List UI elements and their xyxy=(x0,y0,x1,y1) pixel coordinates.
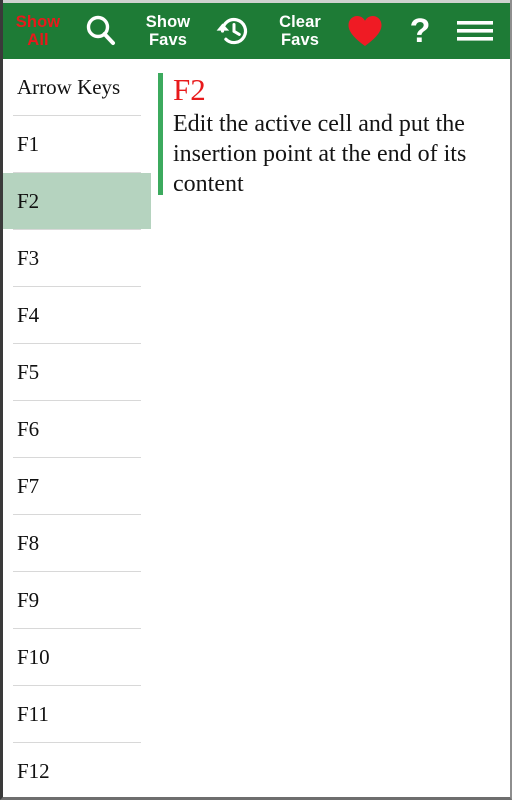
show-favs-label-line1: Show xyxy=(145,13,191,31)
history-button[interactable] xyxy=(204,3,264,59)
list-item-label: F1 xyxy=(17,131,40,156)
detail-accent-bar xyxy=(158,73,163,195)
list-item[interactable]: F1 xyxy=(3,116,151,172)
list-item-label: F3 xyxy=(17,245,40,270)
favorite-button[interactable] xyxy=(336,3,394,59)
help-button[interactable]: ? xyxy=(395,3,445,59)
clear-favs-button[interactable]: Clear Favs xyxy=(265,3,335,59)
list-item[interactable]: F9 xyxy=(3,572,151,628)
list-item[interactable]: Arrow Keys xyxy=(3,59,151,115)
show-favs-label: Show Favs xyxy=(146,13,190,49)
history-icon xyxy=(216,13,252,49)
heart-icon xyxy=(347,14,383,48)
list-item[interactable]: F6 xyxy=(3,401,151,457)
list-item[interactable]: F2 xyxy=(3,173,151,229)
show-all-label-line2: All xyxy=(27,31,49,49)
clear-favs-label-line1: Clear xyxy=(279,13,321,31)
list-item-label: F11 xyxy=(17,701,49,726)
menu-button[interactable] xyxy=(446,3,504,59)
body-container: Arrow Keys F1 F2 F3 F4 F5 F6 F7 F8 F9 F10 F11 F12 F2… xyxy=(3,59,510,797)
show-favs-label-line2: Favs xyxy=(148,31,187,49)
clear-favs-label-line2: Favs xyxy=(280,31,319,49)
search-button[interactable] xyxy=(70,3,132,59)
list-item-label: Arrow Keys xyxy=(17,74,121,99)
detail-text-block: F2 Edit the active cell and put the inse… xyxy=(173,73,498,199)
detail-pane: F2 Edit the active cell and put the inse… xyxy=(151,59,510,797)
question-mark-icon: ? xyxy=(409,12,431,50)
list-item-label: F4 xyxy=(17,302,40,327)
list-item-label: F9 xyxy=(17,587,40,612)
list-item-label: F10 xyxy=(17,644,50,669)
list-item-label: F5 xyxy=(17,359,40,384)
hamburger-menu-icon xyxy=(455,17,495,45)
list-item-label: F6 xyxy=(17,416,40,441)
list-item[interactable]: F7 xyxy=(3,458,151,514)
list-item[interactable]: F4 xyxy=(3,287,151,343)
detail-title: F2 xyxy=(173,72,206,107)
show-all-button[interactable]: Show All xyxy=(7,3,69,59)
show-favs-button[interactable]: Show Favs xyxy=(133,3,203,59)
list-item-label: F12 xyxy=(17,758,50,783)
search-icon xyxy=(83,13,119,49)
shortcut-list-sidebar[interactable]: Arrow Keys F1 F2 F3 F4 F5 F6 F7 F8 F9 F10 F11 F12 xyxy=(3,59,151,797)
list-item[interactable]: F8 xyxy=(3,515,151,571)
show-all-label: Show All xyxy=(16,13,60,49)
list-item-label: F7 xyxy=(17,473,40,498)
list-item[interactable]: F10 xyxy=(3,629,151,685)
list-item[interactable]: F11 xyxy=(3,686,151,742)
top-toolbar: Show All Show Favs Clear Favs ? xyxy=(3,3,510,59)
list-item[interactable]: F3 xyxy=(3,230,151,286)
list-item-label: F2 xyxy=(17,188,40,213)
clear-favs-label: Clear Favs xyxy=(279,13,321,49)
show-all-label-line1: Show xyxy=(15,13,61,31)
app-root: Show All Show Favs Clear Favs ? Arrow Ke… xyxy=(0,0,512,800)
detail-description: Edit the active cell and put the inserti… xyxy=(173,111,467,197)
list-item[interactable]: F5 xyxy=(3,344,151,400)
list-item[interactable]: F12 xyxy=(3,743,151,797)
list-item-label: F8 xyxy=(17,530,40,555)
